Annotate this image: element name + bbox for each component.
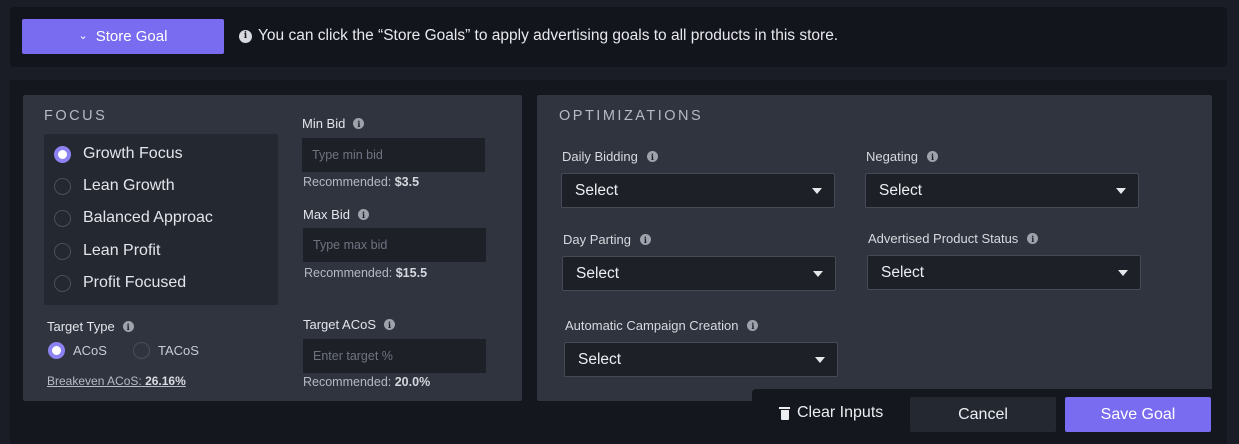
info-icon[interactable]: i [927, 151, 939, 162]
radio-icon [54, 274, 71, 292]
target-type-text: Target Type [47, 319, 115, 334]
rec-value: $3.5 [394, 175, 420, 189]
store-goal-label: Store Goal [95, 28, 168, 45]
auto-campaign-text: Automatic Campaign Creation [565, 318, 739, 333]
save-goal-button[interactable]: Save Goal [1065, 397, 1211, 432]
caret-down-icon [815, 356, 825, 363]
min-bid-label: Min Bid i [302, 116, 365, 131]
min-bid-recommended: Recommended: $3.5 [303, 175, 419, 189]
negating-select[interactable]: Select [865, 173, 1139, 208]
max-bid-input[interactable] [303, 228, 486, 262]
rec-label: Recommended: [303, 375, 392, 389]
breakeven-label: Breakeven ACoS: [47, 374, 142, 388]
chevron-down-icon: ⌄ [78, 30, 88, 42]
caret-down-icon [1118, 269, 1128, 276]
clear-inputs-label: Clear Inputs [797, 404, 884, 421]
radio-icon [54, 177, 71, 195]
target-type-tacos-label: TACoS [157, 343, 199, 358]
daily-bidding-select[interactable]: Select [561, 173, 835, 208]
target-acos-label: Target ACoS i [303, 317, 395, 332]
info-icon: i [239, 29, 252, 43]
negating-text: Negating [866, 149, 919, 164]
radio-acos[interactable] [48, 342, 65, 359]
store-goal-button[interactable]: ⌄ Store Goal [22, 19, 224, 54]
info-icon[interactable]: i [384, 319, 395, 330]
day-parting-label: Day Parting i [563, 232, 651, 247]
info-icon[interactable]: i [122, 321, 134, 332]
radio-icon [54, 242, 71, 260]
max-bid-recommended: Recommended: $15.5 [304, 266, 427, 280]
info-icon[interactable]: i [357, 209, 369, 220]
focus-option-label: Lean Profit [83, 242, 161, 259]
info-icon[interactable]: i [353, 118, 365, 129]
info-icon[interactable]: i [646, 151, 658, 162]
optimizations-title: OPTIMIZATIONS [559, 108, 704, 124]
caret-down-icon [812, 187, 822, 194]
auto-campaign-select[interactable]: Select [564, 342, 838, 377]
focus-option-label: Profit Focused [83, 274, 187, 291]
caret-down-icon [1116, 187, 1126, 194]
focus-option-label: Balanced Approac [83, 209, 213, 226]
target-type-options: ACoS TACoS [48, 342, 199, 359]
breakeven-value: 26.16% [145, 374, 186, 388]
select-value: Select [575, 181, 619, 199]
focus-option-label: Lean Growth [83, 177, 175, 194]
select-value: Select [576, 264, 620, 282]
hint-text: You can click the “Store Goals” to apply… [258, 27, 839, 44]
select-value: Select [578, 350, 622, 368]
product-status-select[interactable]: Select [867, 255, 1141, 290]
rec-label: Recommended: [303, 175, 392, 189]
info-icon[interactable]: i [747, 320, 759, 331]
max-bid-label: Max Bid i [303, 207, 369, 222]
trash-icon [779, 406, 790, 420]
focus-option-growth-focus[interactable]: Growth Focus [54, 145, 183, 163]
focus-option-lean-profit[interactable]: Lean Profit [54, 242, 160, 260]
radio-tacos[interactable] [132, 342, 150, 359]
product-status-label: Advertised Product Status i [868, 231, 1039, 246]
rec-value: $15.5 [395, 266, 428, 280]
daily-bidding-text: Daily Bidding [562, 149, 638, 164]
focus-option-balanced[interactable]: Balanced Approac [54, 209, 213, 227]
focus-option-label: Growth Focus [83, 145, 183, 162]
target-acos-text: Target ACoS [303, 317, 376, 332]
rec-value: 20.0% [394, 375, 431, 389]
clear-inputs-button[interactable]: Clear Inputs [779, 404, 883, 422]
target-type-label: Target Type i [47, 319, 134, 334]
caret-down-icon [813, 270, 823, 277]
focus-option-lean-growth[interactable]: Lean Growth [54, 177, 175, 195]
breakeven-acos-link[interactable]: Breakeven ACoS: 26.16% [47, 374, 186, 388]
select-value: Select [881, 263, 925, 281]
info-icon[interactable]: i [639, 234, 651, 245]
focus-option-profit-focused[interactable]: Profit Focused [54, 274, 186, 292]
daily-bidding-label: Daily Bidding i [562, 149, 658, 164]
store-goal-hint: i You can click the “Store Goals” to app… [239, 27, 838, 45]
target-type-acos-label: ACoS [73, 343, 107, 358]
cancel-button[interactable]: Cancel [910, 397, 1056, 432]
min-bid-text: Min Bid [302, 116, 346, 131]
target-acos-input[interactable] [303, 339, 486, 373]
auto-campaign-label: Automatic Campaign Creation i [565, 318, 759, 333]
radio-icon [54, 209, 71, 227]
day-parting-text: Day Parting [563, 232, 631, 247]
negating-label: Negating i [866, 149, 939, 164]
min-bid-input[interactable] [302, 138, 485, 172]
target-acos-recommended: Recommended: 20.0% [303, 375, 430, 389]
rec-label: Recommended: [304, 266, 393, 280]
product-status-text: Advertised Product Status [868, 231, 1019, 246]
radio-selected-icon [54, 145, 71, 163]
focus-title: FOCUS [44, 108, 108, 124]
select-value: Select [879, 181, 923, 199]
max-bid-text: Max Bid [303, 207, 350, 222]
day-parting-select[interactable]: Select [562, 256, 836, 291]
info-icon[interactable]: i [1027, 233, 1039, 244]
